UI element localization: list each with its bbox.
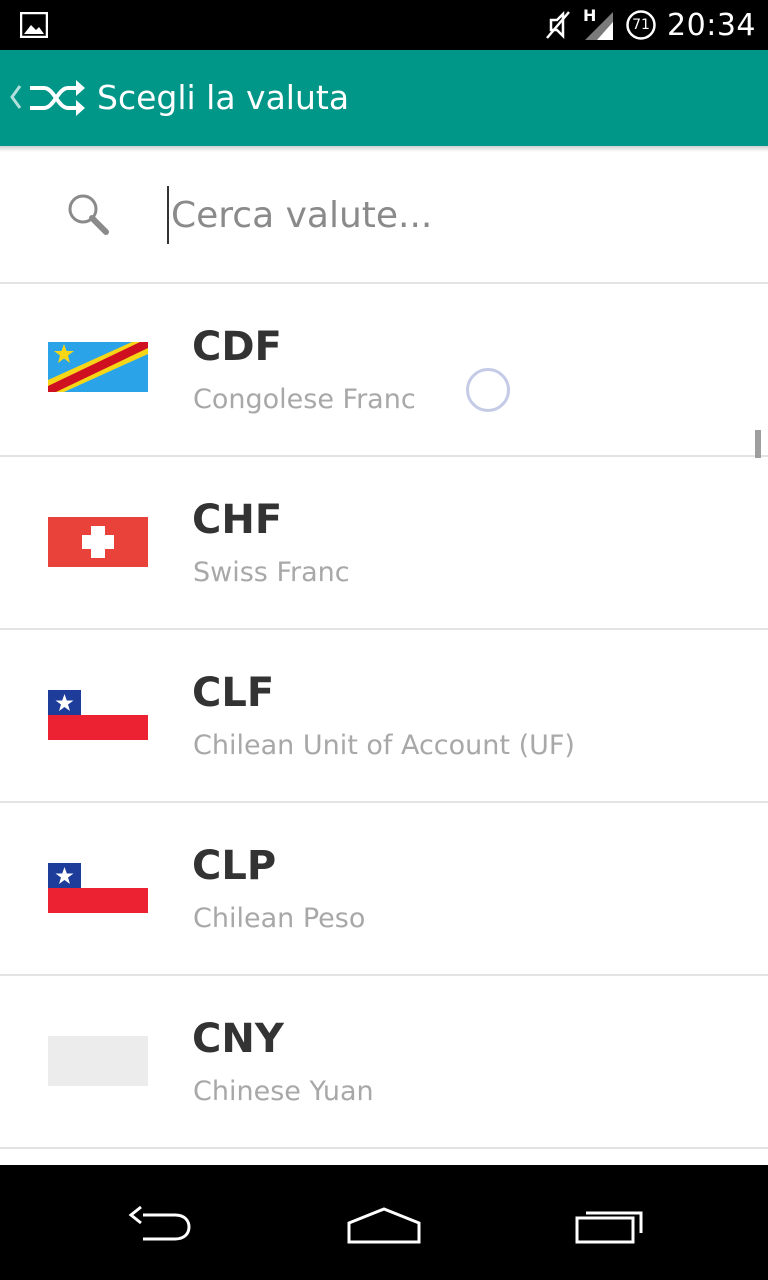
battery-level: 71 — [632, 17, 650, 33]
shuffle-icon[interactable] — [28, 76, 86, 120]
clock: 20:34 — [667, 7, 756, 43]
mute-icon — [546, 10, 570, 40]
home-icon — [347, 1207, 421, 1244]
search-icon — [68, 194, 109, 235]
scrollbar[interactable] — [755, 430, 761, 458]
back-chevron-icon[interactable] — [8, 80, 24, 114]
flag-placeholder-icon — [48, 1036, 148, 1086]
currency-name: Chilean Unit of Account (UF) — [193, 730, 575, 761]
search-bar — [0, 146, 768, 284]
currency-name: Swiss Franc — [193, 557, 350, 588]
flag-congo-icon — [48, 342, 148, 392]
signal-indicator: H — [583, 6, 615, 42]
battery-icon: 71 — [625, 9, 657, 41]
flag-chile-icon — [48, 690, 148, 740]
currency-row-cny[interactable]: CNY Chinese Yuan — [0, 976, 768, 1149]
image-notification-icon — [20, 12, 48, 38]
currency-row-clp[interactable]: CLP Chilean Peso — [0, 803, 768, 976]
app-toolbar: Scegli la valuta — [0, 50, 768, 146]
currency-name: Chinese Yuan — [193, 1076, 374, 1107]
currency-code: CLF — [192, 670, 275, 716]
nav-recents-button[interactable] — [560, 1195, 660, 1255]
status-icons: H 71 20:34 — [543, 0, 756, 50]
currency-code: CDF — [192, 324, 282, 370]
nav-back-button[interactable] — [110, 1195, 210, 1255]
currency-code: CLP — [192, 843, 277, 889]
currency-name: Congolese Franc — [193, 384, 416, 415]
currency-name: Chilean Peso — [193, 903, 366, 934]
currency-code: CNY — [192, 1016, 284, 1062]
navigation-bar — [0, 1165, 768, 1280]
currency-row-cdf[interactable]: CDF Congolese Franc — [0, 284, 768, 457]
status-bar: H 71 20:34 — [0, 0, 768, 50]
flag-switzerland-icon — [48, 517, 148, 567]
search-input[interactable] — [167, 186, 727, 244]
loading-spinner — [466, 368, 510, 412]
currency-code: CHF — [192, 497, 283, 543]
signal-icon — [585, 12, 614, 40]
back-icon — [128, 1205, 191, 1241]
currency-row-chf[interactable]: CHF Swiss Franc — [0, 457, 768, 630]
recents-icon — [575, 1211, 643, 1244]
toolbar-title: Scegli la valuta — [97, 78, 350, 117]
nav-home-button[interactable] — [334, 1195, 434, 1255]
currency-row-clf[interactable]: CLF Chilean Unit of Account (UF) — [0, 630, 768, 803]
currency-list: CDF Congolese Franc CHF Swiss Franc CLF … — [0, 284, 768, 1149]
flag-chile-icon — [48, 863, 148, 913]
